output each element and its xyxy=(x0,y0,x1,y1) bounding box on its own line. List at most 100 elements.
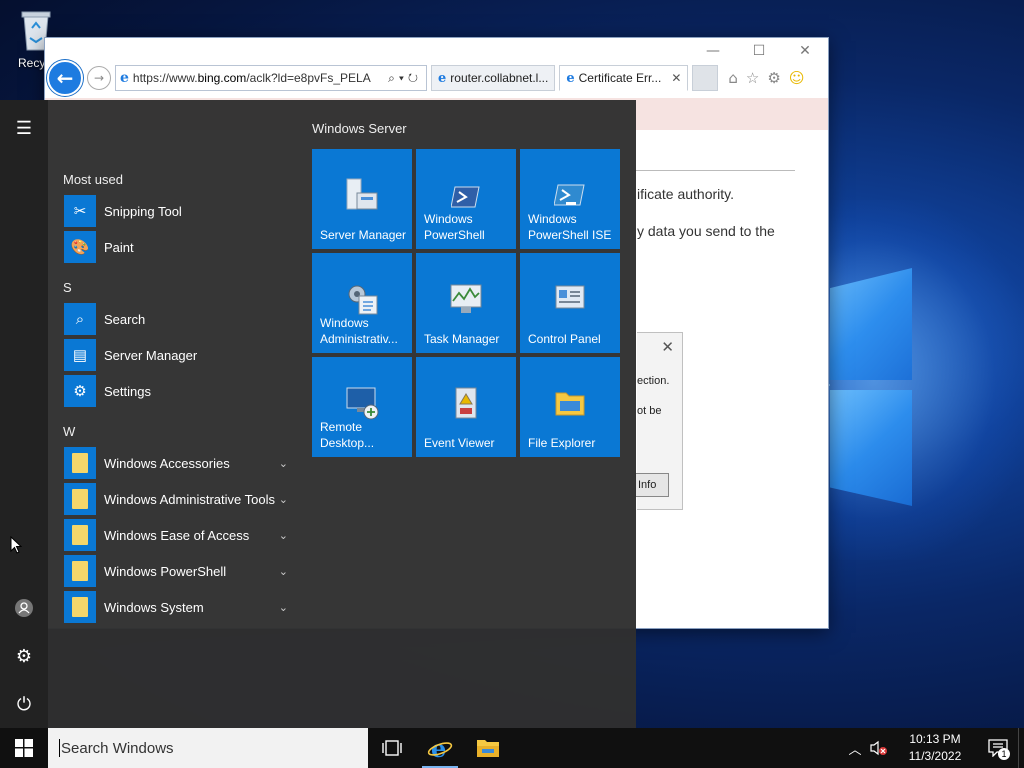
tile-label: Windows Administrativ... xyxy=(320,316,398,346)
tile-windows-administrative-tools[interactable]: Windows Administrativ... xyxy=(312,253,412,353)
tile-label: File Explorer xyxy=(528,436,596,450)
start-rail: ☰ ⚙ ⏻ xyxy=(0,100,48,728)
tile-windows-powershell[interactable]: Windows PowerShell xyxy=(416,149,516,249)
tab-router[interactable]: e router.collabnet.l... xyxy=(431,65,556,91)
most-used-header: Most used xyxy=(63,172,123,187)
back-button[interactable]: ← xyxy=(47,60,83,96)
taskbar-file-explorer[interactable] xyxy=(464,728,512,768)
folder-icon xyxy=(64,591,96,623)
volume-muted-icon[interactable] xyxy=(866,728,892,768)
folder-icon xyxy=(477,740,499,757)
tile-file-explorer[interactable]: File Explorer xyxy=(520,357,620,457)
task-manager-icon xyxy=(448,281,484,317)
tile-server-manager[interactable]: Server Manager xyxy=(312,149,412,249)
app-label: Search xyxy=(104,311,146,327)
close-tab-icon[interactable]: ✕ xyxy=(671,71,681,85)
app-label: Server Manager xyxy=(104,347,198,363)
feedback-smiley-icon[interactable]: ☺ xyxy=(789,69,805,87)
gear-icon[interactable]: ⚙ xyxy=(767,69,780,87)
search-placeholder: Search Windows xyxy=(61,739,174,757)
tile-label: Windows PowerShell xyxy=(424,212,485,242)
folder-windows-powershell[interactable]: Windows PowerShell ⌄ xyxy=(64,555,288,587)
power-icon[interactable]: ⏻ xyxy=(0,684,48,724)
forward-button[interactable]: → xyxy=(87,66,111,90)
app-search[interactable]: ⌕ Search xyxy=(64,303,288,335)
app-label: Snipping Tool xyxy=(104,203,182,219)
action-center-button[interactable]: 1 xyxy=(978,728,1018,768)
event-viewer-icon xyxy=(448,385,484,421)
text-caret xyxy=(59,739,60,757)
show-desktop-button[interactable] xyxy=(1018,728,1024,768)
task-view-icon xyxy=(382,740,402,756)
task-view-button[interactable] xyxy=(368,728,416,768)
gear-icon: ⚙ xyxy=(64,375,96,407)
cert-error-text: y data you send to the xyxy=(637,223,775,239)
remote-desktop-icon xyxy=(344,385,380,421)
tile-windows-powershell-ise[interactable]: Windows PowerShell ISE xyxy=(520,149,620,249)
letter-header-s[interactable]: S xyxy=(63,280,72,295)
scissors-icon: ✂ xyxy=(64,195,96,227)
app-settings[interactable]: ⚙ Settings xyxy=(64,375,288,407)
folder-windows-system[interactable]: Windows System ⌄ xyxy=(64,591,288,623)
taskbar-internet-explorer[interactable]: e xyxy=(416,728,464,768)
app-paint[interactable]: 🎨 Paint xyxy=(64,231,288,263)
clock-time: 10:13 PM xyxy=(909,732,961,746)
app-list: Most used ✂ Snipping Tool 🎨 Paint S ⌕ Se… xyxy=(48,100,302,728)
address-bar[interactable]: e https://www.bing.com/aclk?ld=e8pvFs_PE… xyxy=(115,65,427,91)
url-path: /aclk?ld=e8pvFs_PELA xyxy=(246,71,371,85)
powershell-icon xyxy=(448,179,484,215)
search-icon: ⌕ xyxy=(64,303,96,335)
tile-label: Windows PowerShell ISE xyxy=(528,212,612,242)
mouse-cursor-icon xyxy=(10,536,22,554)
tile-control-panel[interactable]: Control Panel xyxy=(520,253,620,353)
more-info-button[interactable]: Info xyxy=(635,473,669,497)
start-menu: ☰ ⚙ ⏻ Most used ✂ Snipping Tool 🎨 Paint … xyxy=(0,100,636,728)
app-label: Paint xyxy=(104,239,134,255)
chevron-down-icon: ⌄ xyxy=(278,529,288,542)
chevron-down-icon: ⌄ xyxy=(278,565,288,578)
folder-windows-ease-of-access[interactable]: Windows Ease of Access ⌄ xyxy=(64,519,288,551)
folder-windows-accessories[interactable]: Windows Accessories ⌄ xyxy=(64,447,288,479)
tile-event-viewer[interactable]: Event Viewer xyxy=(416,357,516,457)
tab-certificate-error[interactable]: e Certificate Err... ✕ xyxy=(559,65,689,91)
settings-gear-icon[interactable]: ⚙ xyxy=(0,636,48,676)
address-controls[interactable]: ⌕▾↻ xyxy=(388,71,422,86)
start-button[interactable] xyxy=(0,728,48,768)
cert-error-text: ificate authority. xyxy=(637,186,735,202)
tile-label: Event Viewer xyxy=(424,436,495,450)
app-label: Windows PowerShell xyxy=(104,563,227,579)
address-url[interactable]: https://www.bing.com/aclk?ld=e8pvFs_PELA xyxy=(133,71,384,85)
new-tab-button[interactable] xyxy=(692,65,719,91)
user-account-icon[interactable] xyxy=(0,588,48,628)
app-label: Windows System xyxy=(104,599,204,615)
app-label: Windows Administrative Tools xyxy=(104,491,275,507)
ie-tab-icon: e xyxy=(438,70,447,86)
taskbar-search-box[interactable]: Search Windows xyxy=(48,728,368,768)
app-server-manager[interactable]: ▤ Server Manager xyxy=(64,339,288,371)
close-icon[interactable]: ✕ xyxy=(661,338,674,356)
divider xyxy=(635,170,795,171)
app-snipping-tool[interactable]: ✂ Snipping Tool xyxy=(64,195,288,227)
tile-group-header: Windows Server xyxy=(312,121,407,136)
taskbar-clock[interactable]: 10:13 PM 11/3/2022 xyxy=(898,731,972,765)
favorites-star-icon[interactable]: ☆ xyxy=(746,69,759,87)
clock-date: 11/3/2022 xyxy=(908,749,962,763)
control-panel-icon xyxy=(552,281,588,317)
server-icon: ▤ xyxy=(64,339,96,371)
taskbar: Search Windows e ︿ 10:13 PM 11/3/2022 1 xyxy=(0,728,1024,768)
dialog-text: ection. xyxy=(637,375,670,387)
folder-windows-administrative-tools[interactable]: Windows Administrative Tools ⌄ xyxy=(64,483,288,515)
tile-task-manager[interactable]: Task Manager xyxy=(416,253,516,353)
letter-header-w[interactable]: W xyxy=(63,424,75,439)
home-icon[interactable]: ⌂ xyxy=(728,69,738,87)
wallpaper-logo-pane xyxy=(830,390,912,506)
hamburger-menu-icon[interactable]: ☰ xyxy=(0,108,48,148)
app-label: Windows Accessories xyxy=(104,455,230,471)
ie-tab-icon: e xyxy=(566,70,575,86)
chevron-up-icon[interactable]: ︿ xyxy=(844,728,866,768)
server-manager-icon xyxy=(344,177,380,213)
folder-icon xyxy=(64,555,96,587)
chevron-down-icon: ⌄ xyxy=(278,493,288,506)
tile-remote-desktop[interactable]: Remote Desktop... xyxy=(312,357,412,457)
palette-icon: 🎨 xyxy=(64,231,96,263)
